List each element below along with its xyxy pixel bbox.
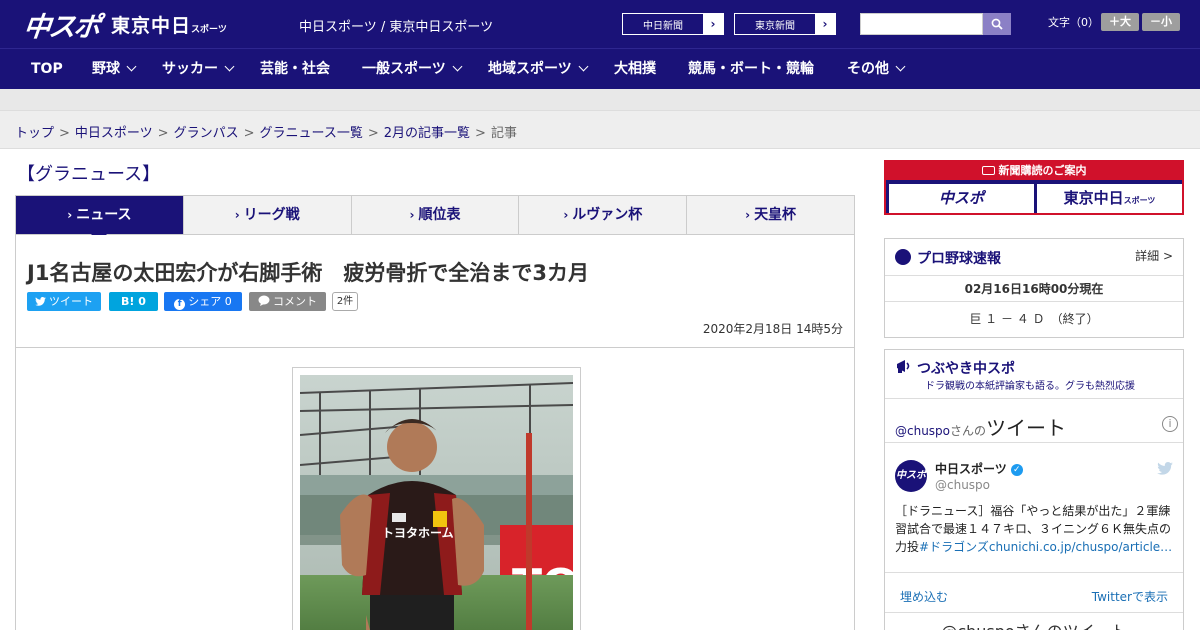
nav-item-others[interactable]: その他 bbox=[847, 49, 906, 90]
tab-emperors-cup[interactable]: › 天皇杯 bbox=[687, 196, 854, 234]
facebook-icon: f bbox=[174, 299, 186, 310]
newspaper-icon bbox=[981, 166, 995, 175]
tweet-button[interactable]: ツイート bbox=[27, 292, 101, 311]
baseball-detail-link[interactable]: 詳細 > bbox=[1135, 247, 1173, 264]
tokyo-chunichi-subscription-logo[interactable]: 東京中日スポーツ bbox=[1037, 184, 1182, 213]
tsubuyaki-panel: つぶやき中スポ ドラ観戦の本紙評論家も語る。グラも熱烈応援 @chuspoさんの… bbox=[884, 349, 1184, 630]
nav-item-general-sports[interactable]: 一般スポーツ bbox=[362, 49, 463, 90]
chevron-right-icon: › bbox=[815, 14, 835, 34]
tweet-url-link[interactable]: chunichi.co.jp/chuspo/article… bbox=[989, 540, 1172, 554]
more-tweets-link[interactable]: @chuspoさんのツイート bbox=[885, 618, 1183, 630]
article-date: 2020年2月18日 14時5分 bbox=[702, 322, 843, 336]
nav-item-entertainment[interactable]: 芸能・社会 bbox=[260, 49, 330, 90]
nav-item-baseball[interactable]: 野球 bbox=[92, 49, 137, 90]
svg-text:トヨタホーム: トヨタホーム bbox=[382, 526, 454, 540]
chevron-right-icon: › bbox=[67, 208, 73, 222]
ad-band bbox=[0, 89, 1200, 110]
tokyo-shimbun-link[interactable]: 東京新聞 › bbox=[734, 13, 836, 35]
nav-item-sumo[interactable]: 大相撲 bbox=[614, 49, 656, 90]
subscription-header: 新聞購読のご案内 bbox=[998, 164, 1087, 177]
breadcrumb-link-top[interactable]: トップ bbox=[15, 126, 54, 141]
tweet-author-name[interactable]: 中日スポーツ ✓ bbox=[935, 460, 1023, 477]
search-input[interactable] bbox=[860, 13, 983, 35]
nav-item-racing[interactable]: 競馬・ボート・競輪 bbox=[688, 49, 814, 90]
hatena-bookmark-button[interactable]: B! 0 bbox=[109, 292, 158, 311]
comment-bubble-icon bbox=[258, 295, 270, 306]
comment-count-badge[interactable]: 2件 bbox=[332, 292, 358, 311]
chuspo-subscription-logo[interactable]: 中スポ bbox=[889, 184, 1034, 213]
comment-button[interactable]: コメント bbox=[249, 292, 326, 311]
search-icon bbox=[991, 18, 1003, 30]
tab-levain-cup[interactable]: › ルヴァン杯 bbox=[519, 196, 688, 234]
hashtag-link[interactable]: #ドラゴンズ bbox=[919, 540, 989, 554]
article: J1名古屋の太田宏介が右脚手術 疲労骨折で全治まで3カ月 ツイート B! 0 f… bbox=[15, 235, 855, 630]
breadcrumb-link-gra-news[interactable]: グラニュース一覧 bbox=[260, 126, 363, 141]
font-size-increase-button[interactable]: ＋大 bbox=[1101, 13, 1139, 31]
nav-item-top[interactable]: TOP bbox=[31, 49, 63, 90]
info-icon[interactable]: i bbox=[1162, 416, 1178, 432]
facebook-share-button[interactable]: f シェア 0 bbox=[164, 292, 242, 311]
article-photo[interactable]: TO トヨタホーム bbox=[300, 375, 573, 630]
baseball-icon bbox=[895, 249, 911, 265]
breadcrumb-link-chunichi-sports[interactable]: 中日スポーツ bbox=[75, 126, 153, 141]
section-title: 【グラニュース】 bbox=[17, 164, 161, 185]
article-photo-frame: TO トヨタホーム bbox=[292, 367, 581, 630]
main-nav: TOP 野球 サッカー 芸能・社会 一般スポーツ 地域スポーツ 大相撲 競馬・ボ… bbox=[0, 48, 1200, 89]
tab-standings[interactable]: › 順位表 bbox=[352, 196, 520, 234]
embed-link[interactable]: 埋め込む bbox=[900, 588, 948, 605]
tab-news[interactable]: › ニュース bbox=[16, 196, 184, 242]
nav-item-soccer[interactable]: サッカー bbox=[162, 49, 235, 90]
chevron-down-icon bbox=[578, 61, 589, 72]
view-on-twitter-link[interactable]: Twitterで表示 bbox=[1092, 588, 1168, 605]
verified-badge-icon: ✓ bbox=[1010, 463, 1023, 476]
chevron-down-icon bbox=[224, 61, 235, 72]
baseball-timestamp: 02月16日16時00分現在 bbox=[964, 282, 1104, 296]
baseball-scores-panel: プロ野球速報 詳細 > 02月16日16時00分現在 巨 １ － ４ Ｄ （終了… bbox=[884, 238, 1184, 338]
site-logo[interactable]: 中スポ 東京中日スポーツ bbox=[22, 8, 227, 43]
logo-tokyo-chunichi: 東京中日スポーツ bbox=[111, 14, 227, 37]
breadcrumb-current: 記事 bbox=[490, 126, 517, 141]
tweet-author-handle[interactable]: @chuspo bbox=[935, 478, 990, 492]
article-headline: J1名古屋の太田宏介が右脚手術 疲労骨折で全治まで3カ月 bbox=[27, 261, 590, 285]
top-header: 中スポ 東京中日スポーツ 中日スポーツ / 東京中日スポーツ 中日新聞 › 東京… bbox=[0, 0, 1200, 48]
chevron-right-icon: › bbox=[563, 208, 569, 222]
site-name-link[interactable]: 中日スポーツ / 東京中日スポーツ bbox=[299, 16, 493, 35]
search-button[interactable] bbox=[983, 13, 1011, 35]
timeline-footer: 埋め込む Twitterで表示 bbox=[885, 580, 1183, 612]
chunichi-shimbun-link[interactable]: 中日新聞 › bbox=[622, 13, 724, 35]
breadcrumb-link-february[interactable]: 2月の記事一覧 bbox=[384, 126, 470, 141]
megaphone-icon bbox=[897, 360, 910, 373]
logo-chuspo: 中スポ bbox=[22, 11, 101, 43]
chevron-right-icon: › bbox=[234, 208, 240, 222]
baseball-score[interactable]: 巨 １ － ４ Ｄ （終了） bbox=[885, 310, 1183, 327]
avatar[interactable]: 中スポ bbox=[895, 460, 927, 492]
tsubuyaki-subtitle: ドラ観戦の本紙評論家も語る。グラも熱烈応援 bbox=[925, 381, 1135, 392]
chevron-right-icon: › bbox=[409, 208, 415, 222]
section-tabs: › ニュース › リーグ戦 › 順位表 › ルヴァン杯 › 天皇杯 bbox=[15, 195, 855, 242]
chevron-down-icon bbox=[895, 61, 906, 72]
font-size-decrease-button[interactable]: －小 bbox=[1142, 13, 1180, 31]
timeline-heading: @chuspoさんのツイート bbox=[895, 416, 1067, 440]
subscription-banner[interactable]: 新聞購読のご案内 中スポ 東京中日スポーツ bbox=[884, 160, 1184, 215]
chevron-down-icon bbox=[452, 61, 463, 72]
chevron-right-icon: › bbox=[745, 208, 751, 222]
twitter-bird-icon[interactable] bbox=[1157, 462, 1173, 475]
timeline-handle-link[interactable]: @chuspo bbox=[895, 424, 950, 438]
breadcrumb-link-grampus[interactable]: グランパス bbox=[174, 126, 239, 141]
chevron-down-icon bbox=[126, 61, 137, 72]
twitter-bird-icon bbox=[35, 297, 46, 306]
player-photo-illustration: TO トヨタホーム bbox=[300, 375, 573, 630]
baseball-panel-title: プロ野球速報 bbox=[917, 251, 1001, 267]
nav-item-local-sports[interactable]: 地域スポーツ bbox=[488, 49, 589, 90]
tab-league[interactable]: › リーグ戦 bbox=[184, 196, 352, 234]
tweet-text: ［ドラニュース］福谷「やっと結果が出た」２軍練習試合で最速１４７キロ、３イニング… bbox=[895, 504, 1173, 554]
divider bbox=[16, 347, 854, 348]
font-size-label: 文字（0） bbox=[1048, 16, 1099, 29]
chevron-right-icon: › bbox=[703, 14, 723, 34]
breadcrumb: トップ > 中日スポーツ > グランパス > グラニュース一覧 >2月の記事一覧 > 記事 bbox=[0, 110, 1200, 149]
tsubuyaki-title: つぶやき中スポ bbox=[917, 361, 1015, 377]
